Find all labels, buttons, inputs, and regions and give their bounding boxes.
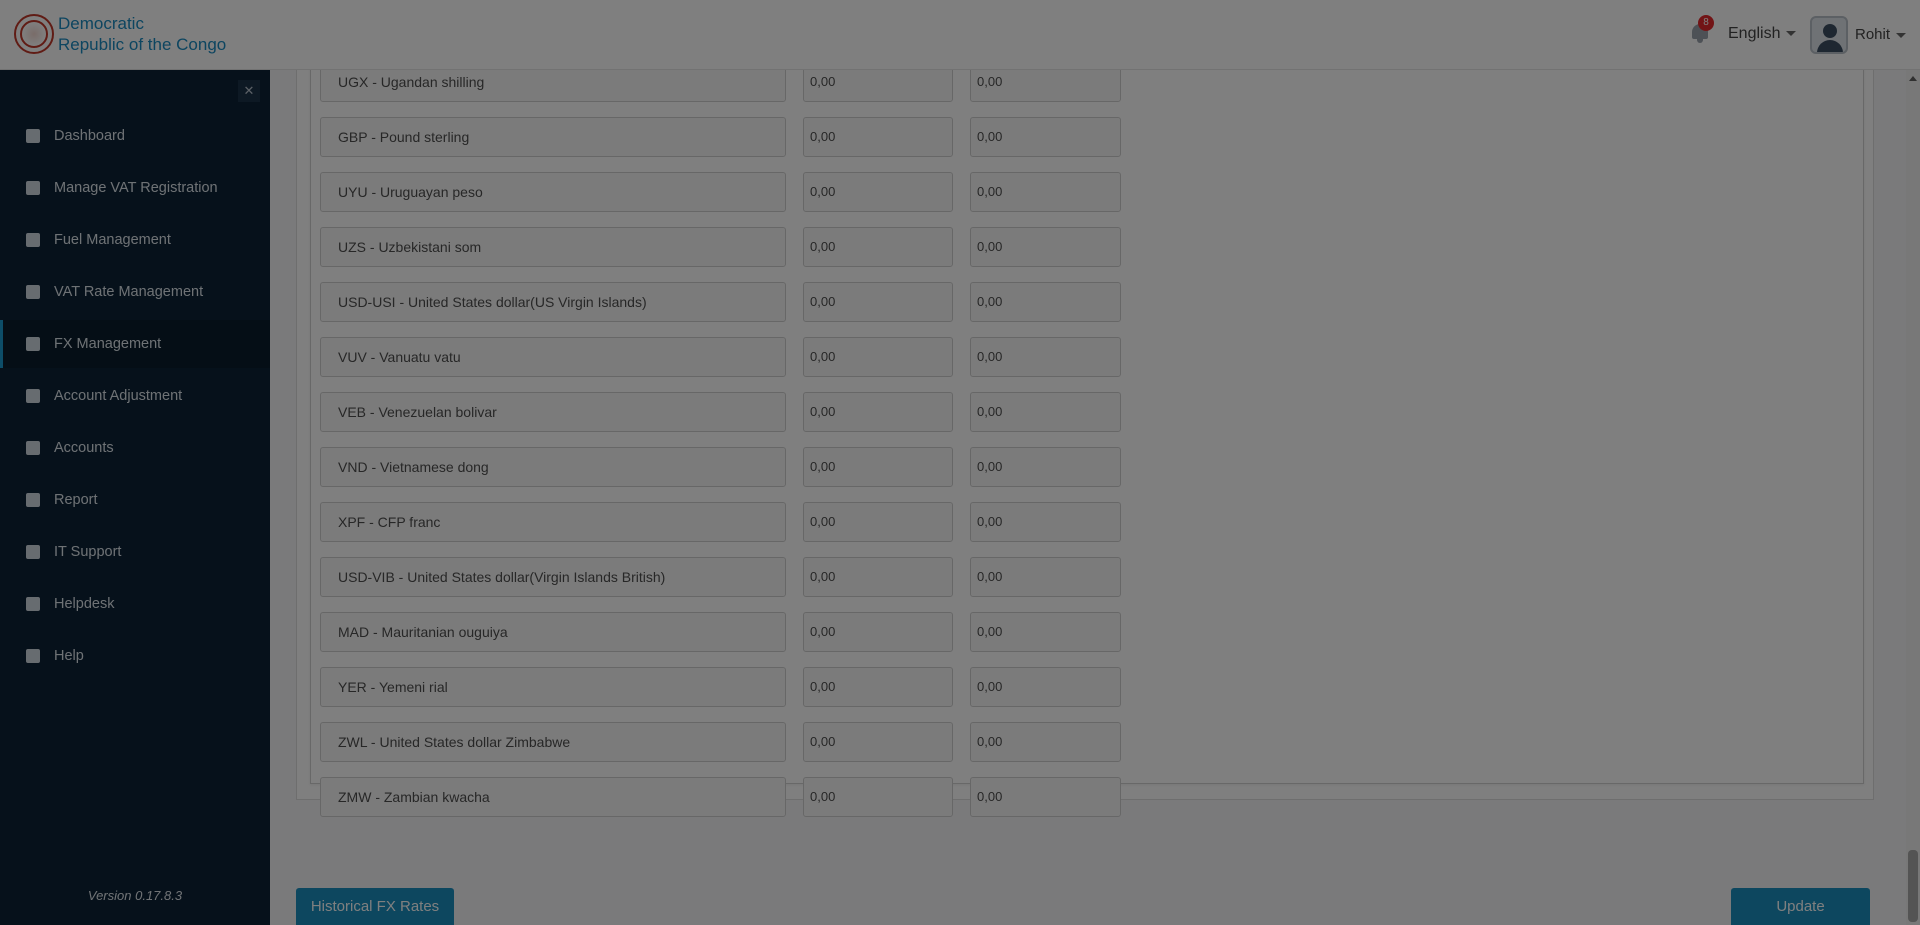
- sidebar-item-label: Help: [54, 648, 84, 664]
- rate-input-1[interactable]: 0,00: [803, 612, 953, 652]
- sidebar-item-it-support[interactable]: IT Support: [0, 528, 270, 576]
- rate-input-2[interactable]: 0,00: [970, 282, 1121, 322]
- rate-input-1[interactable]: 0,00: [803, 722, 953, 762]
- user-name: Rohit: [1855, 26, 1891, 43]
- sidebar-item-label: IT Support: [54, 544, 122, 560]
- sidebar-item-label: Fuel Management: [54, 232, 171, 248]
- sidebar-item-label: Manage VAT Registration: [54, 180, 218, 196]
- rate-input-2[interactable]: 0,00: [970, 667, 1121, 707]
- sidebar-item-dashboard[interactable]: Dashboard: [0, 112, 270, 160]
- rate-input-1[interactable]: 0,00: [803, 227, 953, 267]
- sidebar-item-vat-rate-management[interactable]: VAT Rate Management: [0, 268, 270, 316]
- currency-field[interactable]: UGX - Ugandan shilling: [320, 70, 786, 102]
- sidebar-item-label: Account Adjustment: [54, 388, 183, 404]
- sidebar-item-account-adjustment[interactable]: Account Adjustment: [0, 372, 270, 420]
- top-header: Democratic Republic of the Congo 8 Engli…: [0, 0, 1920, 70]
- sidebar-item-accounts[interactable]: Accounts: [0, 424, 270, 472]
- rate-input-2[interactable]: 0,00: [970, 392, 1121, 432]
- currency-field[interactable]: VUV - Vanuatu vatu: [320, 337, 786, 377]
- exchange-icon: [24, 335, 42, 353]
- historical-fx-rates-button[interactable]: Historical FX Rates: [296, 888, 454, 925]
- currency-field[interactable]: USD-VIB - United States dollar(Virgin Is…: [320, 557, 786, 597]
- sidebar-item-report[interactable]: Report: [0, 476, 270, 524]
- scrollbar-thumb[interactable]: [1908, 850, 1918, 922]
- sidebar-item-fx-management[interactable]: FX Management: [0, 320, 270, 368]
- currency-field[interactable]: ZMW - Zambian kwacha: [320, 777, 786, 817]
- rate-input-2[interactable]: 0,00: [970, 447, 1121, 487]
- currency-field[interactable]: XPF - CFP franc: [320, 502, 786, 542]
- sidebar-item-label: Accounts: [54, 440, 114, 456]
- sidebar: ✕ Dashboard Manage VAT Registration Fuel M…: [0, 70, 270, 925]
- sidebar-item-helpdesk[interactable]: Helpdesk: [0, 580, 270, 628]
- rate-input-2[interactable]: 0,00: [970, 722, 1121, 762]
- rate-input-2[interactable]: 0,00: [970, 777, 1121, 817]
- update-button[interactable]: Update: [1731, 888, 1870, 925]
- ledger-icon: [24, 439, 42, 457]
- question-icon: [24, 647, 42, 665]
- rate-input-2[interactable]: 0,00: [970, 227, 1121, 267]
- rate-input-1[interactable]: 0,00: [803, 392, 953, 432]
- rate-input-2[interactable]: 0,00: [970, 172, 1121, 212]
- language-selector[interactable]: English: [1728, 25, 1797, 43]
- currency-field[interactable]: ZWL - United States dollar Zimbabwe: [320, 722, 786, 762]
- coat-of-arms-logo[interactable]: [14, 14, 54, 54]
- rate-input-1[interactable]: 0,00: [803, 172, 953, 212]
- avatar[interactable]: [1810, 16, 1848, 54]
- sidebar-item-fuel-management[interactable]: Fuel Management: [0, 216, 270, 264]
- document-icon: [24, 387, 42, 405]
- sidebar-item-label: FX Management: [54, 336, 162, 352]
- currency-field[interactable]: USD-USI - United States dollar(US Virgin…: [320, 282, 786, 322]
- dashboard-icon: [24, 127, 42, 145]
- rate-input-1[interactable]: 0,00: [803, 777, 953, 817]
- currency-field[interactable]: UYU - Uruguayan peso: [320, 172, 786, 212]
- user-menu[interactable]: Rohit: [1855, 26, 1907, 43]
- chevron-down-icon: [1786, 31, 1797, 37]
- currency-field[interactable]: YER - Yemeni rial: [320, 667, 786, 707]
- main-content: UGX - Ugandan shilling 0,00 0,00 GBP - Poun…: [270, 70, 1920, 925]
- registration-icon: [24, 179, 42, 197]
- rate-input-2[interactable]: 0,00: [970, 117, 1121, 157]
- language-label: English: [1728, 25, 1781, 42]
- sidebar-item-label: VAT Rate Management: [54, 284, 204, 300]
- sidebar-item-label: Report: [54, 492, 98, 508]
- brand-line-1: Democratic: [58, 14, 144, 33]
- fuel-pump-icon: [24, 231, 42, 249]
- scroll-up-arrow-icon[interactable]: [1909, 76, 1917, 81]
- brand-title[interactable]: Democratic Republic of the Congo: [58, 13, 226, 55]
- currency-field[interactable]: VND - Vietnamese dong: [320, 447, 786, 487]
- rate-input-2[interactable]: 0,00: [970, 70, 1121, 102]
- notification-badge: 8: [1698, 15, 1714, 31]
- rate-input-1[interactable]: 0,00: [803, 337, 953, 377]
- sidebar-item-label: Dashboard: [54, 128, 125, 144]
- currency-field[interactable]: UZS - Uzbekistani som: [320, 227, 786, 267]
- rate-input-2[interactable]: 0,00: [970, 557, 1121, 597]
- version-label: Version 0.17.8.3: [87, 888, 183, 903]
- report-icon: [24, 491, 42, 509]
- pin-sidebar-icon[interactable]: ✕: [238, 80, 260, 102]
- sidebar-item-manage-vat-registration[interactable]: Manage VAT Registration: [0, 164, 270, 212]
- support-person-icon: [24, 543, 42, 561]
- rate-input-1[interactable]: 0,00: [803, 557, 953, 597]
- bar-chart-icon: [24, 283, 42, 301]
- rate-input-2[interactable]: 0,00: [970, 337, 1121, 377]
- rate-input-2[interactable]: 0,00: [970, 502, 1121, 542]
- chevron-down-icon: [1896, 32, 1907, 38]
- rate-input-2[interactable]: 0,00: [970, 612, 1121, 652]
- rate-input-1[interactable]: 0,00: [803, 502, 953, 542]
- sidebar-item-help[interactable]: Help: [0, 632, 270, 680]
- currency-field[interactable]: MAD - Mauritanian ouguiya: [320, 612, 786, 652]
- rate-input-1[interactable]: 0,00: [803, 447, 953, 487]
- rate-input-1[interactable]: 0,00: [803, 70, 953, 102]
- rate-input-1[interactable]: 0,00: [803, 282, 953, 322]
- page-scrollbar[interactable]: [1906, 70, 1920, 925]
- currency-field[interactable]: GBP - Pound sterling: [320, 117, 786, 157]
- currency-field[interactable]: VEB - Venezuelan bolivar: [320, 392, 786, 432]
- helpdesk-icon: [24, 595, 42, 613]
- rate-input-1[interactable]: 0,00: [803, 117, 953, 157]
- rate-input-1[interactable]: 0,00: [803, 667, 953, 707]
- sidebar-item-label: Helpdesk: [54, 596, 115, 612]
- brand-line-2: Republic of the Congo: [58, 35, 227, 54]
